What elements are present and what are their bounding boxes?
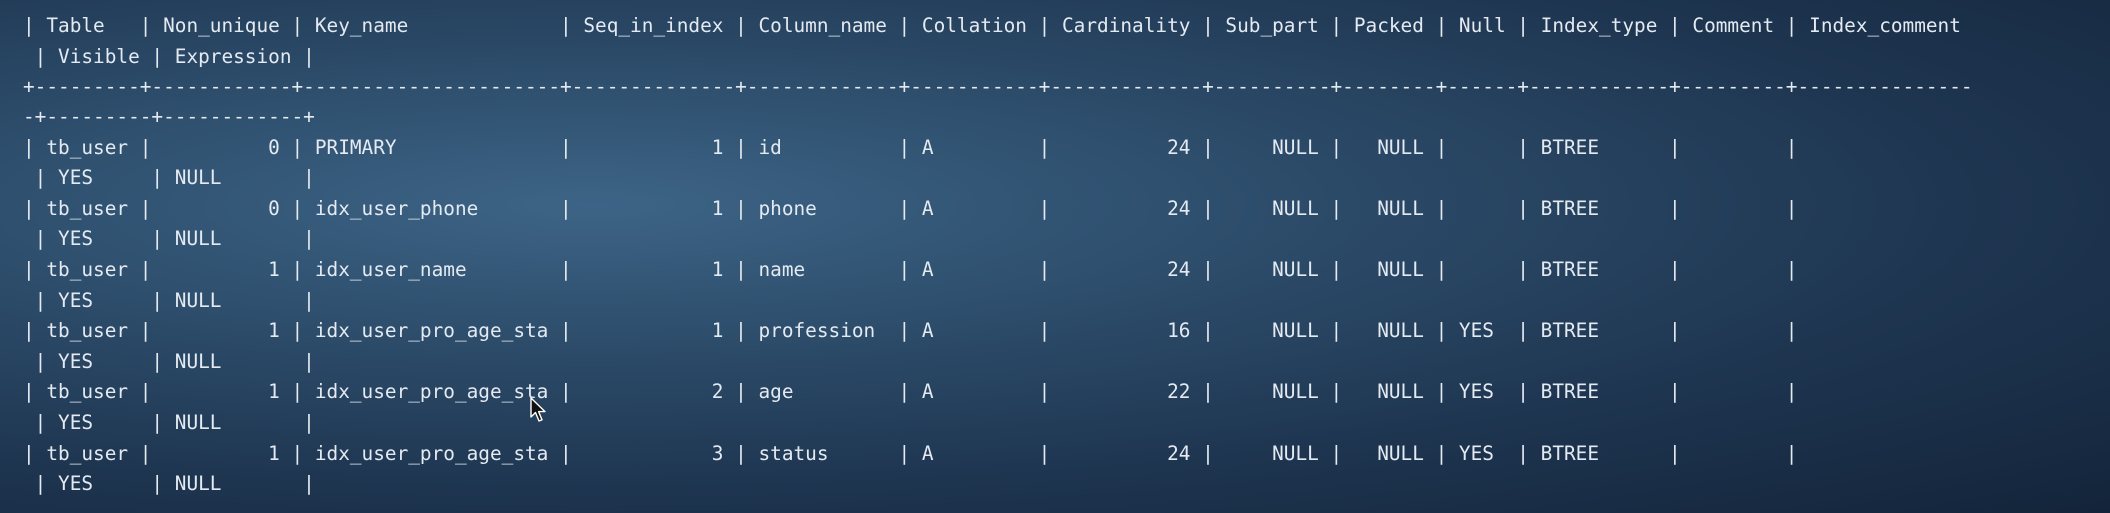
table-separator-line: +---------+------------+----------------… xyxy=(23,75,1973,98)
table-row-continued: | YES | NULL | xyxy=(23,166,315,189)
table-row: | tb_user | 0 | PRIMARY | 1 | id | A | 2… xyxy=(23,136,1798,159)
mouse-pointer-icon xyxy=(530,397,546,422)
terminal-output[interactable]: | Table | Non_unique | Key_name | Seq_in… xyxy=(0,0,2110,513)
table-row-continued: | YES | NULL | xyxy=(23,289,315,312)
table-row: | tb_user | 1 | idx_user_pro_age_sta | 1… xyxy=(23,319,1798,342)
table-separator-line-continued: -+---------+------------+ xyxy=(23,105,315,128)
table-row: | tb_user | 1 | idx_user_name | 1 | name… xyxy=(23,258,1798,281)
table-row-continued: | YES | NULL | xyxy=(23,411,315,434)
table-row-continued: | YES | NULL | xyxy=(23,227,315,250)
table-row-continued: | YES | NULL | xyxy=(23,350,315,373)
table-row-continued: | YES | NULL | xyxy=(23,472,315,495)
table-row: | tb_user | 0 | idx_user_phone | 1 | pho… xyxy=(23,197,1798,220)
table-row: | tb_user | 1 | idx_user_pro_age_sta | 2… xyxy=(23,380,1798,403)
table-header-line-continued: | Visible | Expression | xyxy=(23,45,315,68)
table-row: | tb_user | 1 | idx_user_pro_age_sta | 3… xyxy=(23,442,1798,465)
table-header-line: | Table | Non_unique | Key_name | Seq_in… xyxy=(23,14,1961,37)
